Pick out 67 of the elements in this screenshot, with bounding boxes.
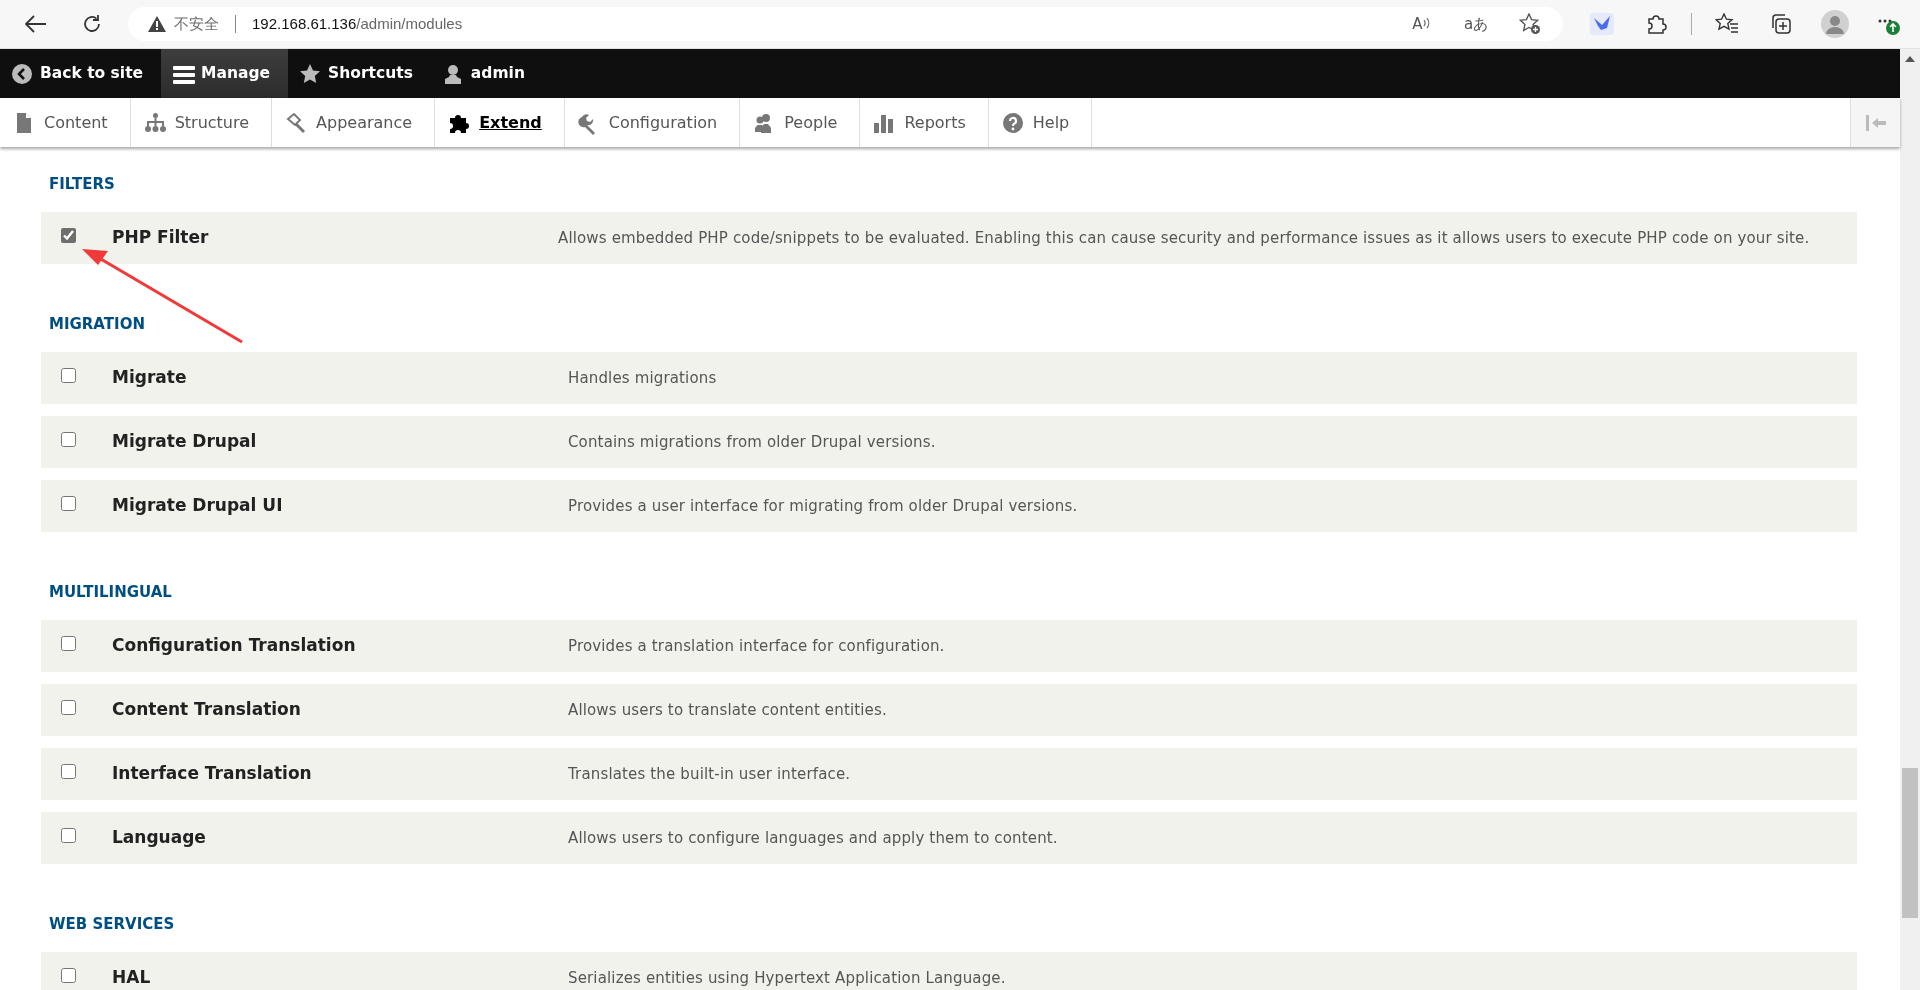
module-name: Interface Translation	[111, 762, 313, 786]
toolbar-tab[interactable]: Back to site	[0, 49, 162, 98]
section-heading: WEB SERVICES	[49, 914, 176, 934]
tray-tab[interactable]: People	[740, 98, 861, 147]
tray-tab[interactable]: Help	[988, 98, 1093, 147]
module-checkbox[interactable]	[61, 827, 76, 843]
star-icon	[300, 63, 321, 84]
collapse-arrow-icon	[1865, 114, 1886, 131]
translate-button[interactable]: aあ	[1457, 7, 1495, 41]
scrollbar[interactable]	[1900, 49, 1920, 990]
menu-icon	[173, 63, 194, 84]
module-description: Allows users to configure languages and apply them to content.	[568, 827, 1058, 849]
tray-tab[interactable]: Extend	[435, 98, 565, 147]
module-description: Allows embedded PHP code/snippets to be evaluated. Enabling this can cause security and performance issues as it allows users to execute PHP code on your site.	[558, 227, 1810, 249]
module-description: Serializes entities using Hypertext Application Language.	[568, 967, 1006, 989]
warning-icon	[148, 16, 166, 32]
module-name: Migrate	[111, 366, 188, 390]
user-icon	[442, 63, 463, 84]
help-icon	[1002, 112, 1023, 133]
module-description: Provides a user interface for migrating from older Drupal versions.	[568, 495, 1078, 517]
back-arrow-icon	[25, 15, 47, 33]
module-checkbox[interactable]	[61, 635, 76, 651]
module-name: Migrate Drupal	[111, 430, 258, 454]
module-description: Translates the built-in user interface.	[568, 763, 851, 785]
toolbar-tab[interactable]: admin	[430, 49, 543, 98]
tray-tab[interactable]: Content	[0, 98, 131, 147]
module-checkbox[interactable]	[61, 367, 76, 383]
address-bar[interactable]: 不安全 192.168.61.136/admin/modules A aあ	[128, 7, 1563, 41]
security-label: 不安全	[174, 13, 219, 34]
tray-tab[interactable]: Reports	[860, 98, 989, 147]
module-name: Language	[111, 826, 207, 850]
module-description: Handles migrations	[568, 367, 717, 389]
read-aloud-button[interactable]: A	[1403, 7, 1441, 41]
puzzle-icon	[449, 112, 470, 133]
module-checkbox[interactable]	[61, 967, 76, 983]
reload-icon	[82, 14, 102, 34]
module-checkbox[interactable]	[61, 763, 76, 779]
toolbar-tab[interactable]: Shortcuts	[288, 49, 431, 98]
module-name: Content Translation	[111, 698, 302, 722]
scrollbar-thumb[interactable]	[1902, 768, 1918, 918]
module-name: HAL	[111, 966, 152, 990]
tray-tab[interactable]: Configuration	[564, 98, 741, 147]
module-description: Allows users to translate content entities.	[568, 699, 887, 721]
module-checkbox[interactable]	[61, 699, 76, 715]
module-name: PHP Filter	[111, 226, 210, 250]
tray-tab[interactable]: Structure	[130, 98, 273, 147]
module-checkbox[interactable]	[61, 227, 76, 243]
module-name: Configuration Translation	[111, 634, 357, 658]
module-checkbox[interactable]	[61, 495, 76, 511]
star-plus-icon	[1519, 13, 1541, 35]
hierarchy-icon	[144, 112, 165, 133]
page-icon	[14, 112, 34, 133]
back-icon	[12, 63, 32, 84]
section-heading: MULTILINGUAL	[49, 582, 173, 602]
url-text: 192.168.61.136/admin/modules	[252, 13, 463, 34]
bar-chart-icon	[874, 112, 895, 133]
toolbar-tab[interactable]: Manage	[161, 49, 289, 98]
sound-waves-icon	[1422, 17, 1432, 31]
module-description: Contains migrations from older Drupal versions.	[568, 431, 936, 453]
section-heading: FILTERS	[49, 174, 116, 194]
scroll-up-icon	[1905, 56, 1915, 62]
tray-tab[interactable]: Appearance	[272, 98, 436, 147]
module-checkbox[interactable]	[61, 431, 76, 447]
paintbrush-icon	[286, 112, 307, 133]
module-description: Provides a translation interface for configuration.	[568, 635, 945, 657]
section-heading: MIGRATION	[49, 314, 146, 334]
module-name: Migrate Drupal UI	[111, 494, 284, 518]
